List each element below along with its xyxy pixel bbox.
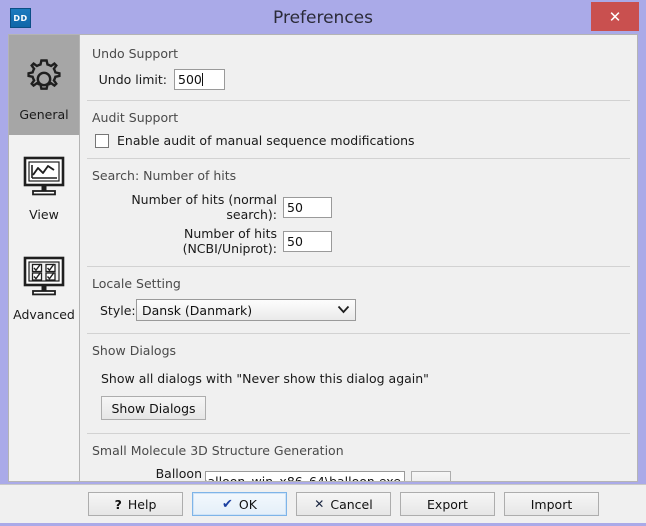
cancel-button[interactable]: ✕ Cancel [296, 492, 391, 516]
section-locale-setting: Locale Setting Style: Dansk (Danmark) [80, 267, 637, 321]
show-dialogs-description: Show all dialogs with "Never show this d… [101, 371, 429, 386]
question-mark-icon: ? [114, 496, 122, 512]
export-button-label: Export [427, 496, 468, 512]
ok-button[interactable]: ✔ OK [192, 492, 287, 516]
locale-style-label: Style: [100, 302, 136, 318]
check-icon: ✔ [222, 496, 233, 512]
show-dialogs-button-label: Show Dialogs [111, 400, 196, 416]
section-undo-support-title: Undo Support [92, 46, 179, 61]
enable-audit-checkbox[interactable] [95, 133, 109, 148]
section-audit-support: Audit Support Enable audit of manual seq… [80, 101, 637, 148]
dialog-frame: General View Advanced Undo Support Undo … [0, 31, 646, 484]
section-search-hits-title: Search: Number of hits [92, 168, 237, 183]
sidebar-item-view-label: View [29, 207, 59, 222]
import-button[interactable]: Import [504, 492, 599, 516]
section-show-dialogs: Show Dialogs Show all dialogs with "Neve… [80, 334, 637, 420]
section-search-hits: Search: Number of hits Number of hits (n… [80, 159, 637, 256]
browse-balloon-button[interactable]: ... [411, 470, 451, 482]
close-button[interactable]: ✕ [591, 2, 639, 31]
hits-ncbi-label: Number of hits (NCBI/Uniprot): [182, 226, 277, 256]
enable-audit-label: Enable audit of manual sequence modifica… [117, 133, 415, 148]
sidebar-item-general-label: General [19, 107, 69, 122]
gear-icon [21, 48, 67, 106]
export-button[interactable]: Export [400, 492, 495, 516]
section-show-dialogs-title: Show Dialogs [92, 343, 177, 358]
button-bar: ? Help ✔ OK ✕ Cancel Export Import [0, 484, 646, 523]
section-small-molecule: Small Molecule 3D Structure Generation B… [80, 434, 637, 482]
preferences-window: DD Preferences ✕ General View Advanced U… [0, 0, 646, 526]
hits-normal-label: Number of hits (normal search): [131, 192, 277, 222]
section-locale-setting-title: Locale Setting [92, 276, 181, 291]
ok-button-label: OK [238, 496, 257, 512]
sidebar-item-view[interactable]: View [9, 135, 79, 235]
import-button-label: Import [530, 496, 573, 512]
text-caret [201, 73, 203, 86]
close-icon: ✕ [608, 7, 622, 26]
balloon-executable-input[interactable]: \balloon_win_x86_64\balloon.exe [205, 470, 405, 482]
chevron-down-icon [337, 304, 350, 317]
undo-limit-value: 500 [178, 72, 202, 87]
undo-limit-label: Undo limit: [98, 72, 167, 87]
sidebar: General View Advanced [8, 34, 79, 482]
balloon-executable-label: Balloon executable: [155, 466, 202, 481]
undo-limit-input[interactable]: 500 [174, 69, 225, 90]
sidebar-item-general[interactable]: General [9, 35, 79, 135]
x-icon: ✕ [314, 497, 325, 511]
section-small-molecule-title: Small Molecule 3D Structure Generation [92, 443, 344, 458]
sidebar-item-advanced-label: Advanced [13, 307, 75, 322]
ellipsis-icon: ... [423, 474, 439, 482]
locale-style-select[interactable]: Dansk (Danmark) [136, 299, 356, 321]
show-dialogs-button[interactable]: Show Dialogs [101, 396, 206, 420]
balloon-executable-value: \balloon_win_x86_64\balloon.exe [205, 473, 401, 482]
sidebar-item-advanced[interactable]: Advanced [9, 235, 79, 335]
cancel-button-label: Cancel [330, 496, 373, 512]
hits-normal-input[interactable]: 50 [283, 196, 332, 218]
monitor-checkbox-icon [20, 248, 68, 306]
monitor-chart-icon [20, 148, 68, 206]
preferences-panel: Undo Support Undo limit: 500 Audit Suppo… [79, 34, 638, 482]
help-button-label: Help [127, 496, 157, 512]
locale-style-value: Dansk (Danmark) [142, 302, 253, 318]
help-button[interactable]: ? Help [88, 492, 183, 516]
section-audit-support-title: Audit Support [92, 110, 179, 125]
section-undo-support: Undo Support Undo limit: 500 [80, 35, 637, 90]
hits-ncbi-input[interactable]: 50 [283, 230, 332, 252]
